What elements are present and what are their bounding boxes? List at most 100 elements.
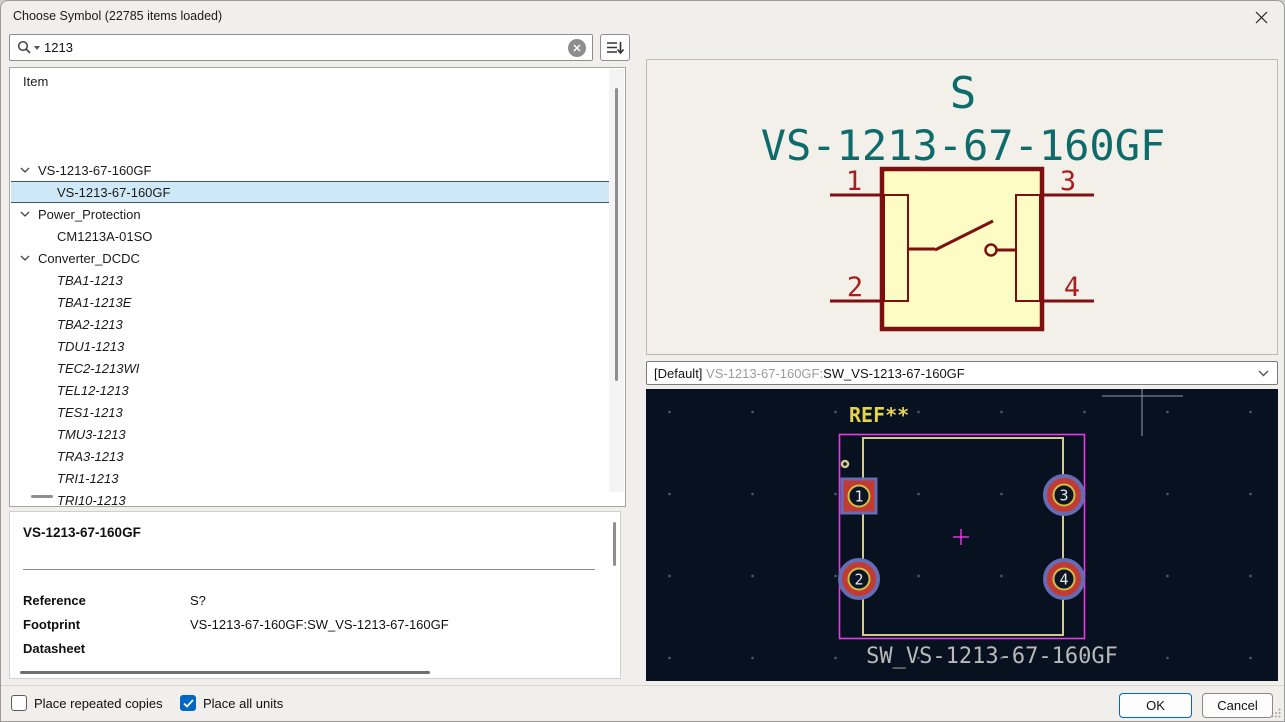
- footprint-name-text: SW_VS-1213-67-160GF: [866, 644, 1118, 669]
- footprint-name: SW_VS-1213-67-160GF: [823, 365, 965, 381]
- pad-3: 3: [1043, 474, 1085, 516]
- footprint-default-prefix: [Default]: [654, 365, 707, 381]
- field-label: Reference: [23, 593, 86, 608]
- chevron-down-icon[interactable]: [20, 255, 34, 261]
- tree-item-label: TEL12-1213: [57, 382, 129, 398]
- tree-item[interactable]: TBA1-1213: [11, 269, 609, 291]
- details-row: Footprint VS-1213-67-160GF:SW_VS-1213-67…: [23, 617, 603, 641]
- field-label: Footprint: [23, 617, 81, 632]
- tree-item[interactable]: TEC2-1213WI: [11, 357, 609, 379]
- pin-number: 3: [1060, 166, 1076, 197]
- pin-number: 1: [846, 166, 862, 197]
- sort-descending-icon: [607, 41, 624, 54]
- tree-item-label: TBA1-1213: [57, 272, 123, 288]
- details-row: Reference S?: [23, 593, 603, 617]
- checkbox-label: Place repeated copies: [34, 695, 163, 711]
- scrollbar-thumb[interactable]: [615, 88, 618, 381]
- symbol-reference-text: S: [950, 68, 977, 119]
- divider: [23, 569, 595, 570]
- search-options-caret: [34, 45, 40, 50]
- tree-item-label: TBA2-1213: [57, 316, 123, 332]
- field-value: S?: [190, 593, 206, 608]
- tree-item-label: TEC2-1213WI: [57, 360, 140, 376]
- cursor-crosshair: [1102, 389, 1183, 436]
- clear-search-icon[interactable]: [568, 38, 586, 57]
- schematic-symbol-drawing: [830, 166, 1094, 332]
- tree-item-label: TDU1-1213: [57, 338, 125, 354]
- close-icon[interactable]: [1246, 5, 1276, 29]
- chevron-down-icon[interactable]: [20, 211, 34, 217]
- tree-item[interactable]: TBA1-1213E: [11, 291, 609, 313]
- tree-item[interactable]: TDU1-1213: [11, 335, 609, 357]
- checkbox-unchecked-icon[interactable]: [11, 695, 27, 711]
- tree-item[interactable]: CM1213A-01SO: [11, 225, 609, 247]
- tree-item-selected[interactable]: VS-1213-67-160GF: [11, 181, 609, 203]
- pad-4: 4: [1043, 558, 1085, 600]
- tree-item-label: CM1213A-01SO: [57, 228, 153, 244]
- field-label: Datasheet: [23, 641, 86, 656]
- resize-grip[interactable]: [1271, 708, 1281, 718]
- footprint-library-name: VS-1213-67-160GF:: [706, 365, 824, 381]
- tree-item[interactable]: TES1-1213: [11, 401, 609, 423]
- details-horizontal-scrollbar[interactable]: [20, 671, 430, 674]
- pad-1: 1: [840, 477, 878, 515]
- place-all-units-checkbox[interactable]: Place all units: [180, 695, 283, 711]
- tree-item[interactable]: TMU3-1213: [11, 423, 609, 445]
- title-bar[interactable]: Choose Symbol (22785 items loaded): [1, 1, 1284, 31]
- footprint-preview-panel: REF** 1 2 3 4 SW_VS-1213-67-160GF: [646, 389, 1278, 681]
- divider: [1, 685, 1284, 686]
- checkbox-checked-icon[interactable]: [180, 695, 196, 711]
- dialog-title: Choose Symbol (22785 items loaded): [13, 9, 223, 23]
- search-value[interactable]: 1213: [44, 40, 568, 55]
- tree-item[interactable]: TRA3-1213: [11, 445, 609, 467]
- footprint-ref-text: REF**: [849, 403, 909, 427]
- pin-number: 2: [847, 272, 863, 303]
- cancel-button[interactable]: Cancel: [1202, 693, 1273, 718]
- tree-item-label: TRA3-1213: [57, 448, 124, 464]
- search-input[interactable]: 1213: [9, 34, 593, 61]
- symbol-details-panel: VS-1213-67-160GF Reference S? Footprint …: [9, 511, 621, 679]
- checkbox-label: Place all units: [203, 695, 284, 711]
- place-repeated-copies-checkbox[interactable]: Place repeated copies: [11, 695, 163, 711]
- symbol-name-text: VS-1213-67-160GF: [761, 121, 1166, 170]
- tree-item-label: VS-1213-67-160GF: [57, 184, 171, 200]
- pin-number: 4: [1064, 272, 1080, 303]
- tree-item-label: Power_Protection: [38, 206, 141, 222]
- toggle-search-tree-button[interactable]: [600, 34, 630, 61]
- pad-number: 3: [1059, 487, 1068, 505]
- chevron-down-icon[interactable]: [20, 167, 34, 173]
- chevron-down-icon: [1258, 370, 1269, 377]
- tree-vertical-scrollbar[interactable]: [609, 69, 624, 492]
- details-row: Datasheet: [23, 641, 603, 665]
- choose-symbol-dialog: Choose Symbol (22785 items loaded) 1213 …: [0, 0, 1285, 722]
- tree-item-label: TMU3-1213: [57, 426, 126, 442]
- field-value: VS-1213-67-160GF:SW_VS-1213-67-160GF: [190, 617, 449, 632]
- tree-item-label: TRI1-1213: [57, 470, 119, 486]
- tree-item[interactable]: TBA2-1213: [11, 313, 609, 335]
- tree-column-header: Item: [23, 74, 49, 89]
- pad-number: 2: [854, 571, 863, 589]
- symbol-tree[interactable]: Item VS-1213-67-160GF VS-1213-67-160GF P…: [9, 67, 626, 507]
- tree-item-library[interactable]: VS-1213-67-160GF: [11, 159, 609, 181]
- tree-item-library[interactable]: Power_Protection: [11, 203, 609, 225]
- anchor-crosshair: [953, 529, 969, 545]
- ok-button[interactable]: OK: [1119, 693, 1192, 718]
- symbol-preview-panel: S VS-1213-67-160GF 1 2 3 4: [646, 59, 1278, 355]
- pad-number: 4: [1059, 571, 1068, 589]
- tree-item-label: Converter_DCDC: [38, 250, 140, 266]
- pad-2: 2: [838, 558, 880, 600]
- details-vertical-scrollbar[interactable]: [613, 522, 616, 566]
- pad-number: 1: [854, 488, 863, 506]
- footprint-select-dropdown[interactable]: [Default] VS-1213-67-160GF: SW_VS-1213-6…: [646, 361, 1278, 385]
- tree-item-library[interactable]: Converter_DCDC: [11, 247, 609, 269]
- tree-item[interactable]: TEL12-1213: [11, 379, 609, 401]
- tree-item-label: VS-1213-67-160GF: [38, 162, 152, 178]
- details-title: VS-1213-67-160GF: [23, 525, 141, 540]
- tree-item[interactable]: TRI1-1213: [11, 467, 609, 489]
- tree-horizontal-scrollbar[interactable]: [31, 495, 53, 498]
- pin1-indicator-dot: [840, 459, 850, 469]
- tree-item[interactable]: TRI10-1213: [11, 489, 609, 507]
- tree-item-label: TBA1-1213E: [57, 294, 132, 310]
- search-icon[interactable]: [17, 40, 40, 55]
- tree-item-label: TRI10-1213: [57, 492, 126, 507]
